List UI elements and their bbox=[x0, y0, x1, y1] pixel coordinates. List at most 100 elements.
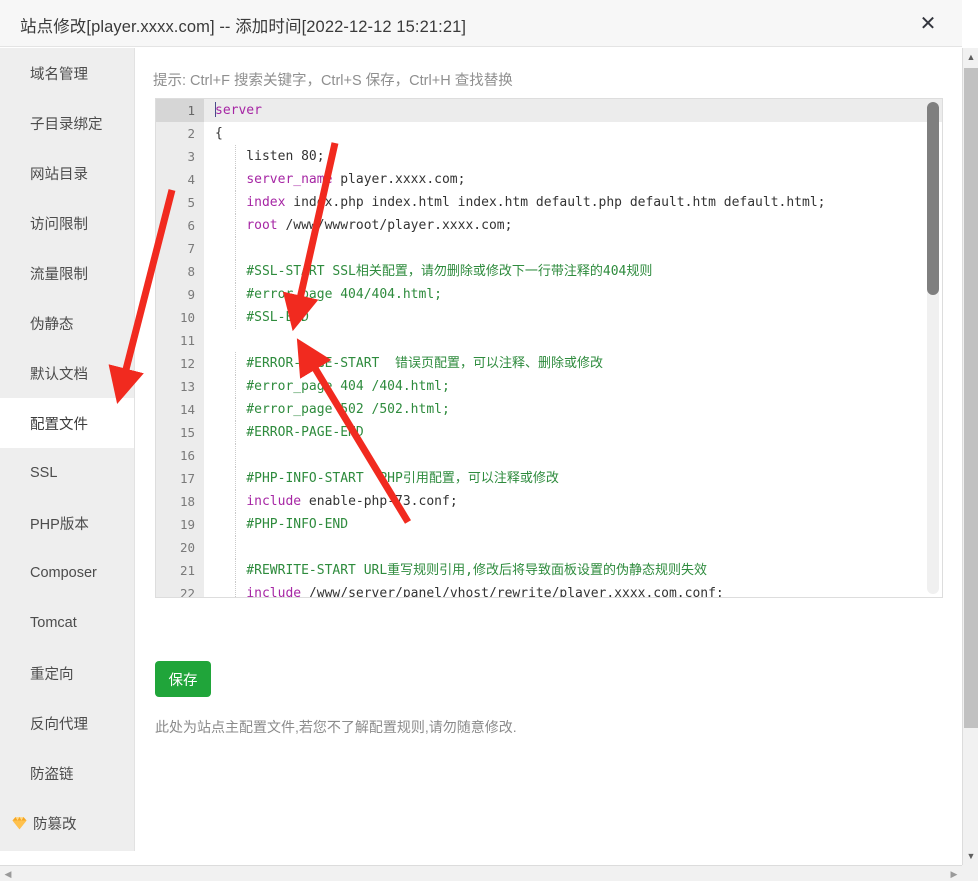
code-text[interactable]: #PHP-INFO-END bbox=[204, 513, 942, 536]
code-line[interactable]: 7 bbox=[156, 237, 942, 260]
line-number: 10 bbox=[156, 306, 204, 329]
line-number: 14 bbox=[156, 398, 204, 421]
code-text[interactable]: #ERROR-PAGE-END bbox=[204, 421, 942, 444]
code-text[interactable]: #error_page 502 /502.html; bbox=[204, 398, 942, 421]
code-line[interactable]: 20 bbox=[156, 536, 942, 559]
code-line[interactable]: 6 root /www/wwwroot/player.xxxx.com; bbox=[156, 214, 942, 237]
code-text[interactable]: include enable-php-73.conf; bbox=[204, 490, 942, 513]
code-text[interactable]: #SSL-END bbox=[204, 306, 942, 329]
code-line[interactable]: 21 #REWRITE-START URL重写规则引用,修改后将导致面板设置的伪… bbox=[156, 559, 942, 582]
code-text[interactable]: listen 80; bbox=[204, 145, 942, 168]
sidebar-item-1[interactable]: 子目录绑定 bbox=[0, 98, 134, 148]
code-token: index.php index.html index.htm default.p… bbox=[285, 195, 826, 210]
config-note: 此处为站点主配置文件,若您不了解配置规则,请勿随意修改. bbox=[155, 719, 517, 735]
sidebar-item-12[interactable]: 重定向 bbox=[0, 648, 134, 698]
sidebar-item-8[interactable]: SSL bbox=[0, 448, 134, 498]
sidebar-item-14[interactable]: 防盗链 bbox=[0, 748, 134, 798]
code-text[interactable]: server_name player.xxxx.com; bbox=[204, 168, 942, 191]
code-text[interactable] bbox=[204, 444, 942, 467]
code-text[interactable]: #error_page 404/404.html; bbox=[204, 283, 942, 306]
sidebar-item-15[interactable]: 防篡改 bbox=[0, 798, 134, 848]
code-text[interactable]: #REWRITE-START URL重写规则引用,修改后将导致面板设置的伪静态规… bbox=[204, 559, 942, 582]
sidebar-item-2[interactable]: 网站目录 bbox=[0, 148, 134, 198]
diamond-icon bbox=[12, 816, 27, 830]
sidebar-item-5[interactable]: 伪静态 bbox=[0, 298, 134, 348]
code-line[interactable]: 3 listen 80; bbox=[156, 145, 942, 168]
code-line[interactable]: 17 #PHP-INFO-START PHP引用配置，可以注释或修改 bbox=[156, 467, 942, 490]
scroll-left-icon[interactable]: ◀ bbox=[0, 866, 16, 881]
code-text[interactable]: { bbox=[204, 122, 942, 145]
code-line[interactable]: 5 index index.php index.html index.htm d… bbox=[156, 191, 942, 214]
code-line[interactable]: 13 #error_page 404 /404.html; bbox=[156, 375, 942, 398]
code-line[interactable]: 9 #error_page 404/404.html; bbox=[156, 283, 942, 306]
sidebar[interactable]: 域名管理 子目录绑定 网站目录访问限制流量限制 伪静态 默认文档配置文件 SSL PHP版本… bbox=[0, 48, 135, 851]
editor-scrollbar-track[interactable] bbox=[927, 102, 939, 594]
sidebar-item-label: 反向代理 bbox=[30, 716, 88, 733]
code-token: enable-php-73.conf; bbox=[301, 494, 458, 509]
code-text[interactable]: index index.php index.html index.htm def… bbox=[204, 191, 942, 214]
code-line[interactable]: 8 #SSL-START SSL相关配置，请勿删除或修改下一行带注释的404规则 bbox=[156, 260, 942, 283]
code-token: #error_page 404/404.html; bbox=[215, 287, 442, 302]
code-token: include bbox=[246, 494, 302, 509]
code-token: #ERROR-PAGE-END bbox=[215, 425, 364, 440]
code-line[interactable]: 14 #error_page 502 /502.html; bbox=[156, 398, 942, 421]
code-text[interactable] bbox=[204, 237, 942, 260]
code-line[interactable]: 16 bbox=[156, 444, 942, 467]
page-vscroll-thumb[interactable] bbox=[964, 68, 978, 728]
sidebar-item-9[interactable]: PHP版本 bbox=[0, 498, 134, 548]
sidebar-item-10[interactable]: Composer bbox=[0, 548, 134, 598]
sidebar-item-0[interactable]: 域名管理 bbox=[0, 48, 134, 98]
code-line[interactable]: 15 #ERROR-PAGE-END bbox=[156, 421, 942, 444]
page-vertical-scrollbar[interactable]: ▲ ▼ bbox=[962, 48, 978, 865]
line-number: 4 bbox=[156, 168, 204, 191]
code-token: /www/wwwroot/player.xxxx.com; bbox=[277, 218, 513, 233]
scroll-down-icon[interactable]: ▼ bbox=[963, 847, 978, 865]
code-text[interactable]: #PHP-INFO-START PHP引用配置，可以注释或修改 bbox=[204, 467, 942, 490]
code-line[interactable]: 12 #ERROR-PAGE-START 错误页配置，可以注释、删除或修改 bbox=[156, 352, 942, 375]
sidebar-item-6[interactable]: 默认文档 bbox=[0, 348, 134, 398]
config-file-editor[interactable]: 1 server 2{3 listen 80; 4 server_name playe… bbox=[155, 98, 943, 598]
code-text[interactable]: #ERROR-PAGE-START 错误页配置，可以注释、删除或修改 bbox=[204, 352, 942, 375]
code-text[interactable]: #SSL-START SSL相关配置，请勿删除或修改下一行带注释的404规则 bbox=[204, 260, 942, 283]
code-token: index bbox=[246, 195, 286, 210]
code-token: server bbox=[215, 103, 262, 118]
page-horizontal-scrollbar[interactable]: ◀ ▶ bbox=[0, 865, 962, 881]
code-line[interactable]: 18 include enable-php-73.conf; bbox=[156, 490, 942, 513]
code-token: /www/server/panel/vhost/rewrite/player.x… bbox=[301, 586, 724, 598]
editor-scrollbar-thumb[interactable] bbox=[927, 102, 939, 295]
line-number: 8 bbox=[156, 260, 204, 283]
close-icon[interactable]: ✕ bbox=[914, 10, 942, 38]
scroll-right-icon[interactable]: ▶ bbox=[946, 866, 962, 881]
dialog-titlebar: 站点修改[player.xxxx.com] -- 添加时间[2022-12-12… bbox=[0, 0, 962, 47]
code-text[interactable]: root /www/wwwroot/player.xxxx.com; bbox=[204, 214, 942, 237]
code-text[interactable]: server bbox=[204, 99, 942, 122]
code-line[interactable]: 10 #SSL-END bbox=[156, 306, 942, 329]
line-number: 6 bbox=[156, 214, 204, 237]
code-text[interactable] bbox=[204, 536, 942, 559]
sidebar-item-label: PHP版本 bbox=[30, 516, 89, 533]
code-line[interactable]: 4 server_name player.xxxx.com; bbox=[156, 168, 942, 191]
sidebar-item-7[interactable]: 配置文件 bbox=[0, 398, 134, 448]
sidebar-item-label: 访问限制 bbox=[30, 216, 88, 233]
code-text[interactable]: #error_page 404 /404.html; bbox=[204, 375, 942, 398]
code-line[interactable]: 2{ bbox=[156, 122, 942, 145]
sidebar-item-13[interactable]: 反向代理 bbox=[0, 698, 134, 748]
code-line[interactable]: 11 bbox=[156, 329, 942, 352]
code-line[interactable]: 19 #PHP-INFO-END bbox=[156, 513, 942, 536]
sidebar-item-label: 配置文件 bbox=[30, 416, 88, 433]
sidebar-item-label: Tomcat bbox=[30, 615, 77, 631]
line-number: 12 bbox=[156, 352, 204, 375]
sidebar-item-3[interactable]: 访问限制 bbox=[0, 198, 134, 248]
code-token: #REWRITE-START URL重写规则引用,修改后将导致面板设置的伪静态规… bbox=[215, 563, 708, 578]
scroll-up-icon[interactable]: ▲ bbox=[963, 48, 978, 66]
code-line[interactable]: 22 include /www/server/panel/vhost/rewri… bbox=[156, 582, 942, 598]
code-line[interactable]: 1 server bbox=[156, 99, 942, 122]
code-text[interactable] bbox=[204, 329, 942, 352]
sidebar-item-11[interactable]: Tomcat bbox=[0, 598, 134, 648]
code-text[interactable]: include /www/server/panel/vhost/rewrite/… bbox=[204, 582, 942, 598]
line-number: 15 bbox=[156, 421, 204, 444]
sidebar-item-4[interactable]: 流量限制 bbox=[0, 248, 134, 298]
save-button[interactable]: 保存 bbox=[155, 661, 211, 697]
